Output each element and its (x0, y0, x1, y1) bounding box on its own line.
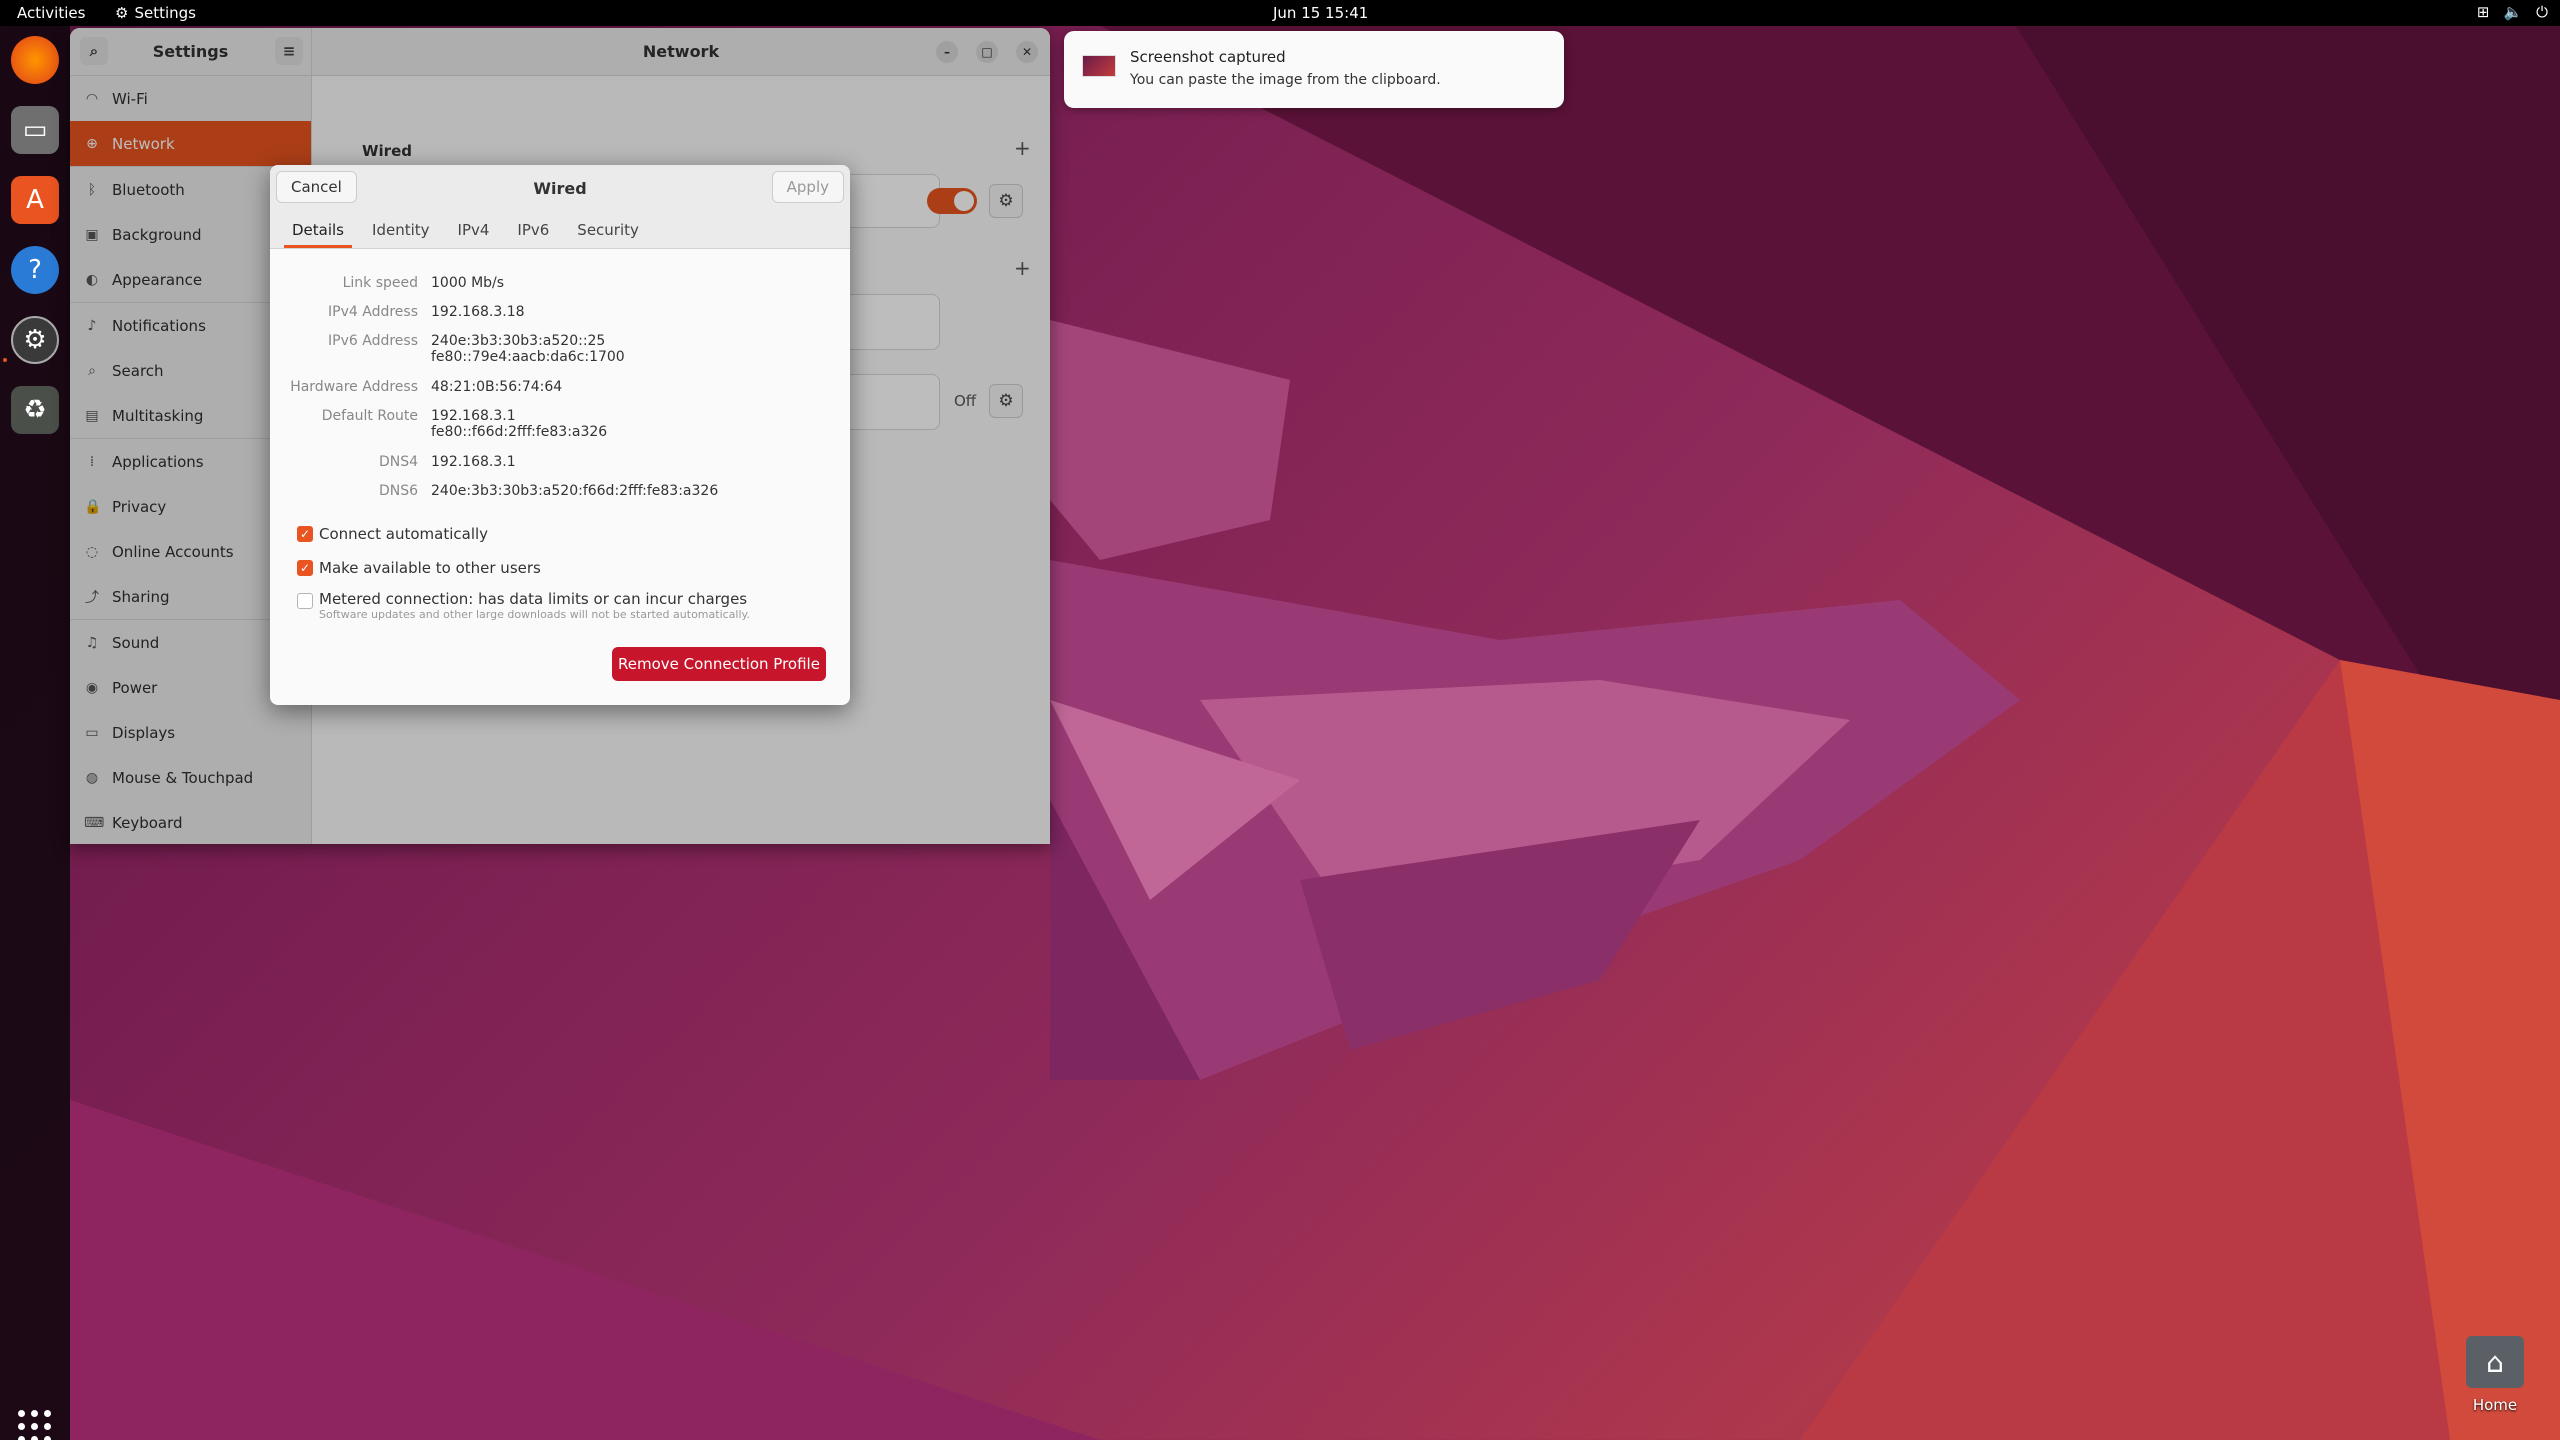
default-route-value-2: fe80::f66d:2fff:fe83:a326 (431, 424, 608, 440)
metered-checkbox[interactable] (297, 593, 313, 609)
dns6-label: DNS6 (378, 483, 418, 499)
default-route-value: 192.168.3.1 fe80::f66d:2fff:fe83:a326 (431, 408, 607, 440)
dialog-header: Cancel Wired Apply (270, 165, 850, 211)
connect-automatically-checkbox[interactable]: ✓ (297, 526, 313, 542)
notification-title: Screenshot captured (1130, 48, 1286, 66)
hardware-address-label: Hardware Address (290, 379, 418, 395)
metered-text: Metered connection: has data limits or c… (319, 592, 750, 622)
wired-dialog: Cancel Wired Apply Details Identity IPv4 IP… (270, 165, 850, 705)
link-speed-label: Link speed (342, 275, 418, 291)
tab-identity[interactable]: Identity (358, 211, 444, 248)
dialog-tabs: Details Identity IPv4 IPv6 Security (270, 211, 850, 249)
cancel-button[interactable]: Cancel (276, 171, 357, 203)
settings-icon[interactable]: ⚙ (11, 316, 59, 364)
ipv4-value: 192.168.3.18 (431, 304, 525, 320)
notification-body: You can paste the image from the clipboa… (1130, 72, 1441, 88)
screenshot-notification[interactable]: Screenshot captured You can paste the im… (1064, 31, 1564, 108)
system-tray[interactable]: ⊞ 🔈 ⏻ (2477, 3, 2548, 21)
show-apps-icon[interactable] (18, 1410, 52, 1440)
default-route-value-1: 192.168.3.1 (431, 408, 516, 424)
make-available-row[interactable]: ✓ Make available to other users (297, 559, 541, 577)
help-icon[interactable]: ? (11, 246, 59, 294)
tab-ipv4[interactable]: IPv4 (444, 211, 504, 248)
make-available-checkbox[interactable]: ✓ (297, 560, 313, 576)
screenshot-thumbnail (1082, 55, 1116, 77)
gear-icon: ⚙ (115, 4, 129, 22)
network-icon: ⊞ (2476, 3, 2490, 21)
tab-security[interactable]: Security (563, 211, 653, 248)
home-folder-label: Home (2472, 1396, 2518, 1414)
power-icon: ⏻ (2536, 3, 2548, 21)
files-icon[interactable]: ▭ (11, 106, 59, 154)
dns4-value: 192.168.3.1 (431, 454, 516, 470)
metered-sublabel: Software updates and other large downloa… (319, 608, 750, 621)
app-name: Settings (134, 4, 196, 22)
clock[interactable]: Jun 15 15:41 (1273, 4, 1368, 22)
ipv6-value-1: 240e:3b3:30b3:a520::25 (431, 333, 606, 349)
home-folder-icon[interactable]: ⌂ (2466, 1336, 2524, 1388)
link-speed-value: 1000 Mb/s (431, 275, 505, 291)
ipv6-label: IPv6 Address (328, 333, 418, 349)
hardware-address-value: 48:21:0B:56:74:64 (431, 379, 563, 395)
dns4-label: DNS4 (378, 454, 418, 470)
dock: ▭ A ? ⚙ ♻ (0, 26, 70, 1440)
metered-label: Metered connection: has data limits or c… (319, 590, 748, 608)
apply-button[interactable]: Apply (771, 171, 844, 203)
ipv6-value-2: fe80::79e4:aacb:da6c:1700 (431, 349, 625, 365)
ipv4-label: IPv4 Address (328, 304, 418, 320)
connect-automatically-row[interactable]: ✓ Connect automatically (297, 525, 488, 543)
tab-details[interactable]: Details (278, 211, 358, 248)
volume-icon: 🔈 (2503, 3, 2523, 21)
dialog-title: Wired (533, 178, 587, 198)
activities-button[interactable]: Activities (17, 4, 85, 22)
trash-icon[interactable]: ♻ (11, 386, 59, 434)
remove-connection-profile-button[interactable]: Remove Connection Profile (612, 647, 826, 681)
app-center-icon[interactable]: A (11, 176, 59, 224)
top-bar: Activities ⚙ Settings Jun 15 15:41 ⊞ 🔈 ⏻ (0, 0, 2560, 26)
firefox-icon[interactable] (11, 36, 59, 84)
active-indicator (3, 358, 7, 362)
metered-row[interactable]: Metered connection: has data limits or c… (297, 592, 750, 622)
app-menu[interactable]: ⚙ Settings (115, 4, 196, 22)
tab-ipv6[interactable]: IPv6 (503, 211, 563, 248)
dns6-value: 240e:3b3:30b3:a520:f66d:2fff:fe83:a326 (431, 483, 719, 499)
ipv6-value: 240e:3b3:30b3:a520::25 fe80::79e4:aacb:d… (431, 333, 625, 365)
make-available-label: Make available to other users (319, 559, 541, 577)
connect-automatically-label: Connect automatically (319, 525, 489, 543)
default-route-label: Default Route (321, 408, 418, 424)
